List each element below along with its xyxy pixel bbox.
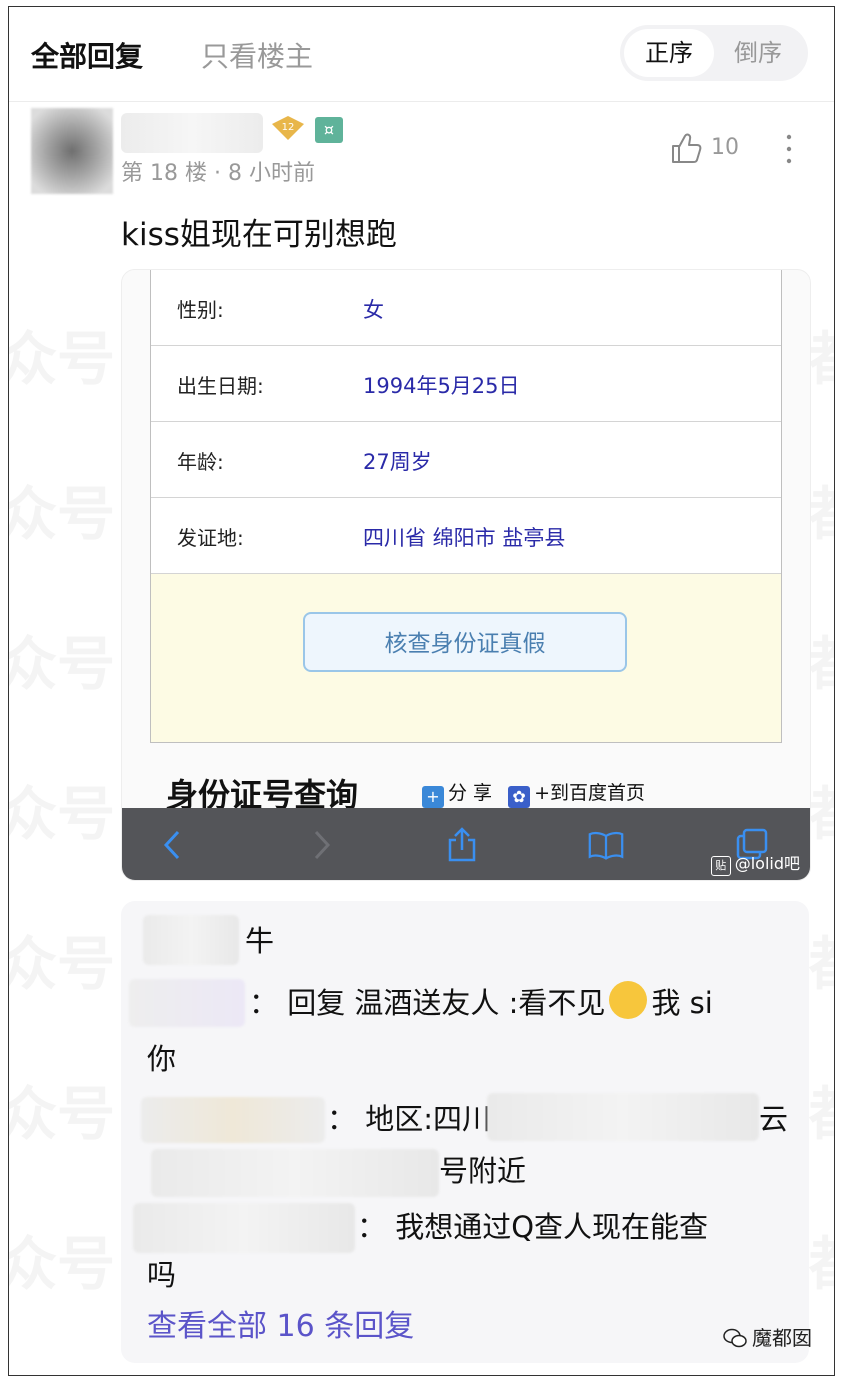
wechat-icon <box>723 1328 747 1348</box>
post-content: kiss姐现在可别想跑 <box>121 217 397 253</box>
reply-text: ： 地区:四川 <box>327 1102 491 1136</box>
id-label: 发证地: <box>177 526 244 550</box>
forward-arrow-icon <box>314 830 331 860</box>
id-info-table: 性别: 女 出生日期: 1994年5月25日 年龄: 27周岁 发证地: 四川省… <box>150 270 782 743</box>
reply-text: ： 回复 温酒送友人 :看不见 我 si <box>249 975 713 1031</box>
reply-text: 云 <box>759 1102 789 1136</box>
more-options-icon[interactable] <box>779 131 799 167</box>
view-all-replies-link[interactable]: 查看全部 16 条回复 <box>147 1301 414 1345</box>
plus-icon: + <box>422 786 444 808</box>
id-row-issue-place: 发证地: 四川省 绵阳市 盐亭县 <box>151 498 781 574</box>
sort-order-toggle: 正序 倒序 <box>620 25 808 81</box>
id-row-gender: 性别: 女 <box>151 270 781 346</box>
sub-replies: 牛 ： 回复 温酒送友人 :看不见 我 si 你 ： 地区:四川 云 号附近 ： … <box>121 901 809 1363</box>
id-label: 年龄: <box>177 450 224 474</box>
baidu-home-label: +到百度首页 <box>534 782 646 804</box>
source-watermark: 魔都囡 <box>722 1322 812 1351</box>
verify-id-button: 核查身份证真假 <box>303 612 627 672</box>
floor-and-time: 第 18 楼 · 8 小时前 <box>121 161 315 186</box>
comment-panel: 众号：魔都囡 公众号：魔都囡 众号：魔都囡 公众号：魔都囡 众号：魔都囡 公众号… <box>8 6 835 1376</box>
reply-text: 号附近 <box>439 1154 527 1188</box>
level-badge-icon: 12 <box>272 116 304 140</box>
tie-icon: 贴 <box>710 856 731 876</box>
sort-desc-button[interactable]: 倒序 <box>718 29 798 77</box>
paw-icon: ✿ <box>508 786 531 808</box>
address-redacted <box>487 1093 759 1141</box>
tieba-watermark: 贴 @lolid吧 <box>710 850 800 876</box>
crying-emoji-icon <box>609 981 648 1019</box>
sort-asc-button[interactable]: 正序 <box>624 29 714 77</box>
username-redacted[interactable] <box>121 113 263 153</box>
share-icon <box>448 827 476 862</box>
tieba-watermark-text: @lolid吧 <box>734 854 800 873</box>
id-label: 出生日期: <box>177 374 264 398</box>
share-label: 分 享 <box>448 782 493 804</box>
browser-toolbar: 贴 @lolid吧 <box>122 808 810 880</box>
username-redacted <box>143 915 239 965</box>
share-links: + 分 享 ✿ +到百度首页 <box>422 778 645 808</box>
address-redacted <box>151 1149 439 1197</box>
id-row-age: 年龄: 27周岁 <box>151 422 781 498</box>
reply-filter-bar: 全部回复 只看楼主 正序 倒序 <box>9 7 834 102</box>
reply-text: ： 我想通过Q查人现在能查 <box>357 1210 709 1244</box>
id-value: 27周岁 <box>363 450 432 474</box>
id-value: 1994年5月25日 <box>363 374 520 398</box>
id-row-birthdate: 出生日期: 1994年5月25日 <box>151 346 781 422</box>
reply-text-main: ： 回复 温酒送友人 :看不见 <box>249 986 606 1020</box>
reply-text: 你 <box>147 1042 177 1076</box>
avatar[interactable] <box>31 108 113 194</box>
level-badge-number: 12 <box>282 122 295 133</box>
bookmarks-icon <box>588 831 624 860</box>
id-label: 性别: <box>177 298 224 322</box>
reply-text: 牛 <box>245 924 275 958</box>
back-arrow-icon <box>163 830 180 860</box>
post-image[interactable]: 性别: 女 出生日期: 1994年5月25日 年龄: 27周岁 发证地: 四川省… <box>121 269 811 881</box>
username-redacted <box>133 1203 355 1253</box>
tab-all-replies[interactable]: 全部回复 <box>31 35 143 75</box>
thumbs-up-icon[interactable] <box>669 131 703 165</box>
reply-text: 吗 <box>147 1258 177 1292</box>
like-count: 10 <box>711 135 739 160</box>
reply-text-tail: 我 si <box>651 986 713 1020</box>
verify-area: 核查身份证真假 <box>151 574 781 742</box>
username-redacted <box>141 1097 325 1143</box>
id-value: 女 <box>363 298 384 322</box>
username-redacted <box>129 979 245 1027</box>
member-badge-icon: ¤ <box>315 117 343 143</box>
id-value: 四川省 绵阳市 盐亭县 <box>363 526 566 550</box>
source-watermark-text: 魔都囡 <box>752 1326 812 1350</box>
tab-op-only[interactable]: 只看楼主 <box>201 35 313 75</box>
